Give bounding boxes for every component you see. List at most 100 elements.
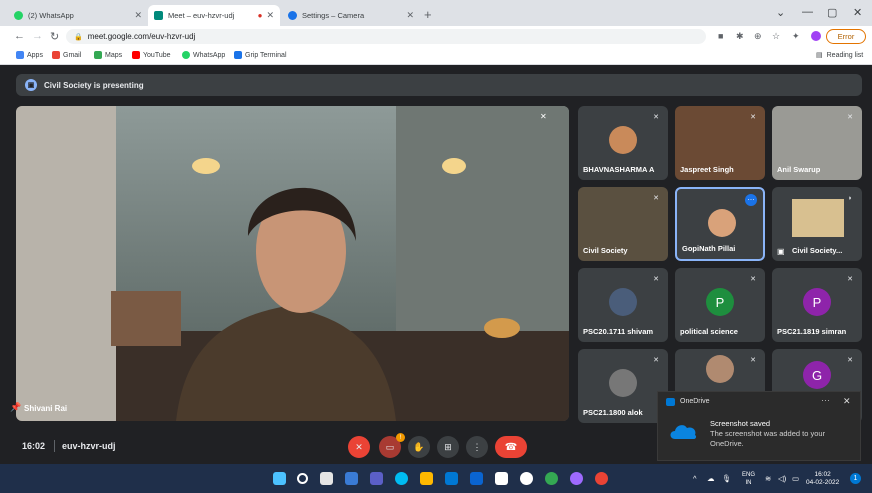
participant-tile[interactable]: ◗ Civil Society... ▣: [772, 187, 862, 261]
participant-name: Anil Swarup: [777, 165, 821, 174]
participant-name: PSC20.1711 shivam: [583, 327, 654, 336]
onedrive-toast[interactable]: OneDrive ··· ✕ Screenshot saved The scre…: [657, 391, 861, 461]
participant-tile[interactable]: ✕ Civil Society: [578, 187, 668, 261]
toast-title: Screenshot saved: [710, 419, 771, 428]
bookmark-whatsapp[interactable]: WhatsApp: [182, 51, 225, 59]
share-icon[interactable]: ⊕: [754, 31, 762, 42]
bookmark-label: Gmail: [63, 51, 82, 59]
avatar: [609, 288, 637, 316]
language-indicator[interactable]: ENG IN: [742, 471, 755, 487]
start-button[interactable]: [273, 472, 286, 485]
chevron-up-icon[interactable]: ^: [693, 474, 697, 483]
gmail-icon: [52, 51, 60, 59]
reload-icon[interactable]: ↻: [50, 30, 59, 43]
windows-taskbar: ^ ☁ 🎙 ENG IN ≋ ◁) ▭ 16:02 04-02-2022 1: [0, 464, 872, 493]
mic-muted-icon: ✕: [540, 112, 547, 121]
bookmark-grip-terminal[interactable]: Grip Terminal: [234, 51, 287, 59]
participant-name: PSC21.1800 alok: [583, 408, 643, 417]
minimize-button[interactable]: —: [802, 6, 813, 18]
search-icon[interactable]: [297, 473, 308, 484]
participant-tile[interactable]: ✕ Anil Swarup: [772, 106, 862, 180]
participant-tile[interactable]: ✕ PSC21.1800 alok: [578, 349, 668, 423]
mic-muted-icon: ✕: [847, 357, 853, 364]
mic-off-icon: ✕: [355, 441, 363, 452]
new-tab-button[interactable]: +: [424, 7, 432, 22]
app-icon[interactable]: [495, 472, 508, 485]
app-icon[interactable]: [570, 472, 583, 485]
participant-tile[interactable]: ✕ PSC20.1711 shivam: [578, 268, 668, 342]
bookmark-gmail[interactable]: Gmail: [52, 51, 81, 59]
presenting-banner[interactable]: ▣ Civil Society is presenting: [16, 74, 862, 96]
chrome-icon[interactable]: [595, 472, 608, 485]
notification-badge[interactable]: 1: [850, 473, 861, 484]
tab-whatsapp[interactable]: (2) WhatsApp ✕: [8, 5, 148, 26]
app-icon[interactable]: [520, 472, 533, 485]
phone-hangup-icon: ☎: [504, 441, 518, 453]
participant-name: Jaspreet Singh: [680, 165, 734, 174]
presenting-text: Civil Society is presenting: [44, 80, 144, 90]
onedrive-cloud-icon: [670, 425, 697, 439]
present-screen-icon: ▣: [25, 79, 37, 91]
participant-tile[interactable]: P ✕ PSC21.1819 simran: [772, 268, 862, 342]
profile-avatar[interactable]: [811, 31, 821, 41]
bookmark-youtube[interactable]: YouTube: [132, 51, 171, 59]
mic-muted-icon: ✕: [750, 114, 756, 121]
toast-app-name: OneDrive: [680, 398, 710, 405]
close-icon[interactable]: ✕: [134, 10, 142, 21]
window-close-button[interactable]: ✕: [853, 6, 862, 19]
error-button[interactable]: Error: [826, 29, 866, 44]
leave-call-button[interactable]: ☎: [495, 436, 527, 458]
close-icon[interactable]: ✕: [406, 10, 414, 21]
main-speaker-video[interactable]: [16, 106, 569, 421]
task-view-icon[interactable]: [320, 472, 333, 485]
participant-tile[interactable]: ✕ Jaspreet Singh: [675, 106, 765, 180]
mic-icon[interactable]: 🎙: [722, 474, 732, 483]
camera-off-icon: ▭: [385, 441, 395, 452]
whatsapp-icon: [14, 11, 23, 20]
bookmark-label: Apps: [27, 51, 43, 59]
widgets-icon[interactable]: [345, 472, 358, 485]
battery-icon[interactable]: ▭: [792, 474, 799, 483]
store-icon[interactable]: [445, 472, 458, 485]
bookmark-maps[interactable]: Maps: [94, 51, 122, 59]
tab-meet[interactable]: Meet – euv-hzvr-udj ● ✕: [148, 5, 280, 26]
raise-hand-button[interactable]: ✋: [408, 436, 430, 458]
participant-tile[interactable]: ✕ BHAVNASHARMA A: [578, 106, 668, 180]
edge-icon[interactable]: [395, 472, 408, 485]
mic-off-button[interactable]: ✕: [348, 436, 370, 458]
extensions-icon[interactable]: ✦: [792, 31, 800, 42]
teams-chat-icon[interactable]: [370, 472, 383, 485]
speaker-video-frame: [16, 106, 569, 421]
toast-more-icon[interactable]: ···: [821, 395, 830, 405]
bookmark-star-icon[interactable]: ☆: [772, 31, 780, 42]
pin-icon[interactable]: 📌: [10, 402, 21, 413]
participant-tile[interactable]: ⋯ GopiNath Pillai: [675, 187, 765, 261]
close-icon[interactable]: ✕: [843, 396, 851, 407]
recording-dot-icon: ●: [257, 11, 263, 20]
back-arrow-icon[interactable]: ←: [14, 30, 25, 42]
tab-search-icon[interactable]: ⌄: [776, 6, 785, 19]
cloud-icon[interactable]: ☁: [707, 474, 715, 483]
bookmark-apps[interactable]: Apps: [16, 51, 43, 59]
mail-icon[interactable]: [470, 472, 483, 485]
more-options-button[interactable]: ⋮: [466, 436, 488, 458]
clock-time: 16:02: [814, 471, 831, 478]
url-input[interactable]: 🔒 meet.google.com/euv-hzvr-udj: [66, 29, 706, 44]
chrome-icon[interactable]: [545, 472, 558, 485]
forward-arrow-icon[interactable]: →: [32, 30, 43, 42]
participant-tile[interactable]: P ✕ political science: [675, 268, 765, 342]
apps-grid-icon: [16, 51, 24, 59]
mic-indicator-icon[interactable]: ✱: [736, 31, 744, 42]
camera-indicator-icon[interactable]: ■: [718, 31, 723, 41]
close-icon[interactable]: ✕: [266, 10, 274, 21]
more-options-icon[interactable]: ⋯: [745, 194, 757, 206]
reading-list-button[interactable]: ▤ Reading list: [816, 51, 864, 60]
maximize-button[interactable]: ▢: [827, 6, 837, 19]
tab-settings-camera[interactable]: Settings – Camera ✕: [282, 5, 420, 26]
reading-list-label: Reading list: [826, 51, 864, 59]
volume-icon[interactable]: ◁): [778, 474, 786, 483]
file-explorer-icon[interactable]: [420, 472, 433, 485]
clock[interactable]: 16:02 04-02-2022: [806, 471, 839, 487]
present-now-button[interactable]: ⊞: [437, 436, 459, 458]
wifi-icon[interactable]: ≋: [765, 474, 771, 483]
